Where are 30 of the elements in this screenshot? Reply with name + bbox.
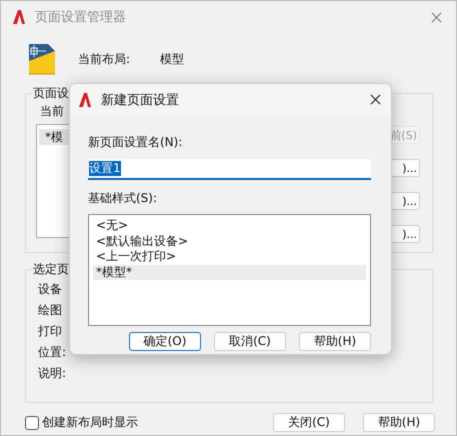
checkbox[interactable] [25, 416, 39, 430]
list-item[interactable]: <无> [93, 218, 366, 234]
detail-label: 打印 [38, 324, 63, 338]
group-label: 页面设 [32, 86, 70, 100]
dwg-file-icon [28, 43, 56, 75]
current-layout-value: 模型 [160, 50, 184, 68]
base-style-label: 基础样式(S): [88, 190, 158, 207]
dialog-button[interactable]: 确定(O) [129, 332, 201, 351]
dialog-button[interactable]: 帮助(H) [299, 332, 371, 351]
list-item[interactable]: <默认输出设备> [93, 234, 366, 249]
name-input-field[interactable]: 设置1 [88, 159, 371, 180]
app-logo-icon [11, 9, 27, 25]
dialog-button[interactable]: 取消(C) [214, 332, 286, 351]
current-layout-label: 当前布局: [78, 50, 130, 68]
list-item[interactable]: <上一次打印> [93, 249, 366, 264]
dialog-button[interactable]: 关闭(C) [273, 413, 345, 432]
dialog-button[interactable]: 帮助(H) [363, 413, 435, 432]
dialog-title: 新建页面设置 [101, 92, 180, 108]
detail-label: 位置: [38, 345, 68, 359]
close-icon[interactable] [370, 94, 381, 105]
current-page-setup-label: 当前 [40, 104, 65, 118]
detail-label: 绘图 [38, 303, 63, 317]
detail-label: 设备 [38, 282, 63, 296]
app-logo-icon [77, 92, 93, 108]
checkbox-label: 创建新布局时显示 [42, 414, 138, 431]
group-label: 选定页 [32, 262, 70, 276]
window-title: 页面设置管理器 [35, 9, 127, 26]
name-label: 新页面设置名(N): [88, 134, 184, 151]
detail-label: 说明: [38, 366, 68, 380]
list-item[interactable]: *模型* [93, 264, 366, 280]
